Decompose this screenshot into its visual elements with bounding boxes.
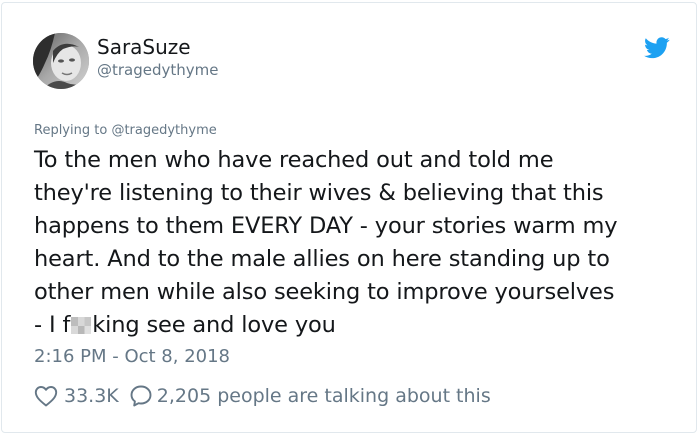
tweet-footer: 33.3K 2,205 people are talking about thi…: [34, 382, 491, 410]
reply-to-handle[interactable]: @tragedythyme: [111, 123, 216, 138]
user-handle[interactable]: @tragedythyme: [97, 61, 219, 79]
tweet-card: SaraSuze @tragedythyme Replying to @trag…: [1, 2, 697, 433]
like-count[interactable]: 33.3K: [64, 385, 119, 407]
speech-bubble-icon[interactable]: [129, 384, 153, 408]
reply-prefix: Replying to: [34, 123, 108, 138]
display-name[interactable]: SaraSuze: [97, 35, 191, 59]
twitter-bird-icon[interactable]: [644, 37, 670, 59]
tweet-line: other men while also seeking to improve …: [34, 279, 615, 305]
reply-context: Replying to @tragedythyme: [34, 123, 217, 138]
heart-icon[interactable]: [34, 384, 58, 408]
tweet-timestamp[interactable]: 2:16 PM - Oct 8, 2018: [34, 346, 230, 367]
tweet-text-before-censor: - I f: [34, 312, 71, 338]
tweet-line: they're listening to their wives & belie…: [34, 180, 604, 206]
tweet-line: To the men who have reached out and told…: [34, 147, 554, 173]
tweet-text-after-censor: king see and love you: [92, 312, 336, 338]
tweet-text: To the men who have reached out and told…: [34, 144, 684, 342]
censor-pixelation: [71, 317, 92, 334]
tweet-line: heart. And to the male allies on here st…: [34, 246, 610, 272]
avatar-photo: [33, 33, 89, 89]
tweet-line: happens to them EVERY DAY - your stories…: [34, 213, 618, 239]
talking-count-link[interactable]: 2,205 people are talking about this: [157, 385, 491, 407]
avatar[interactable]: [33, 33, 89, 89]
tweet-line-last: - I f king see and love you: [34, 309, 684, 342]
